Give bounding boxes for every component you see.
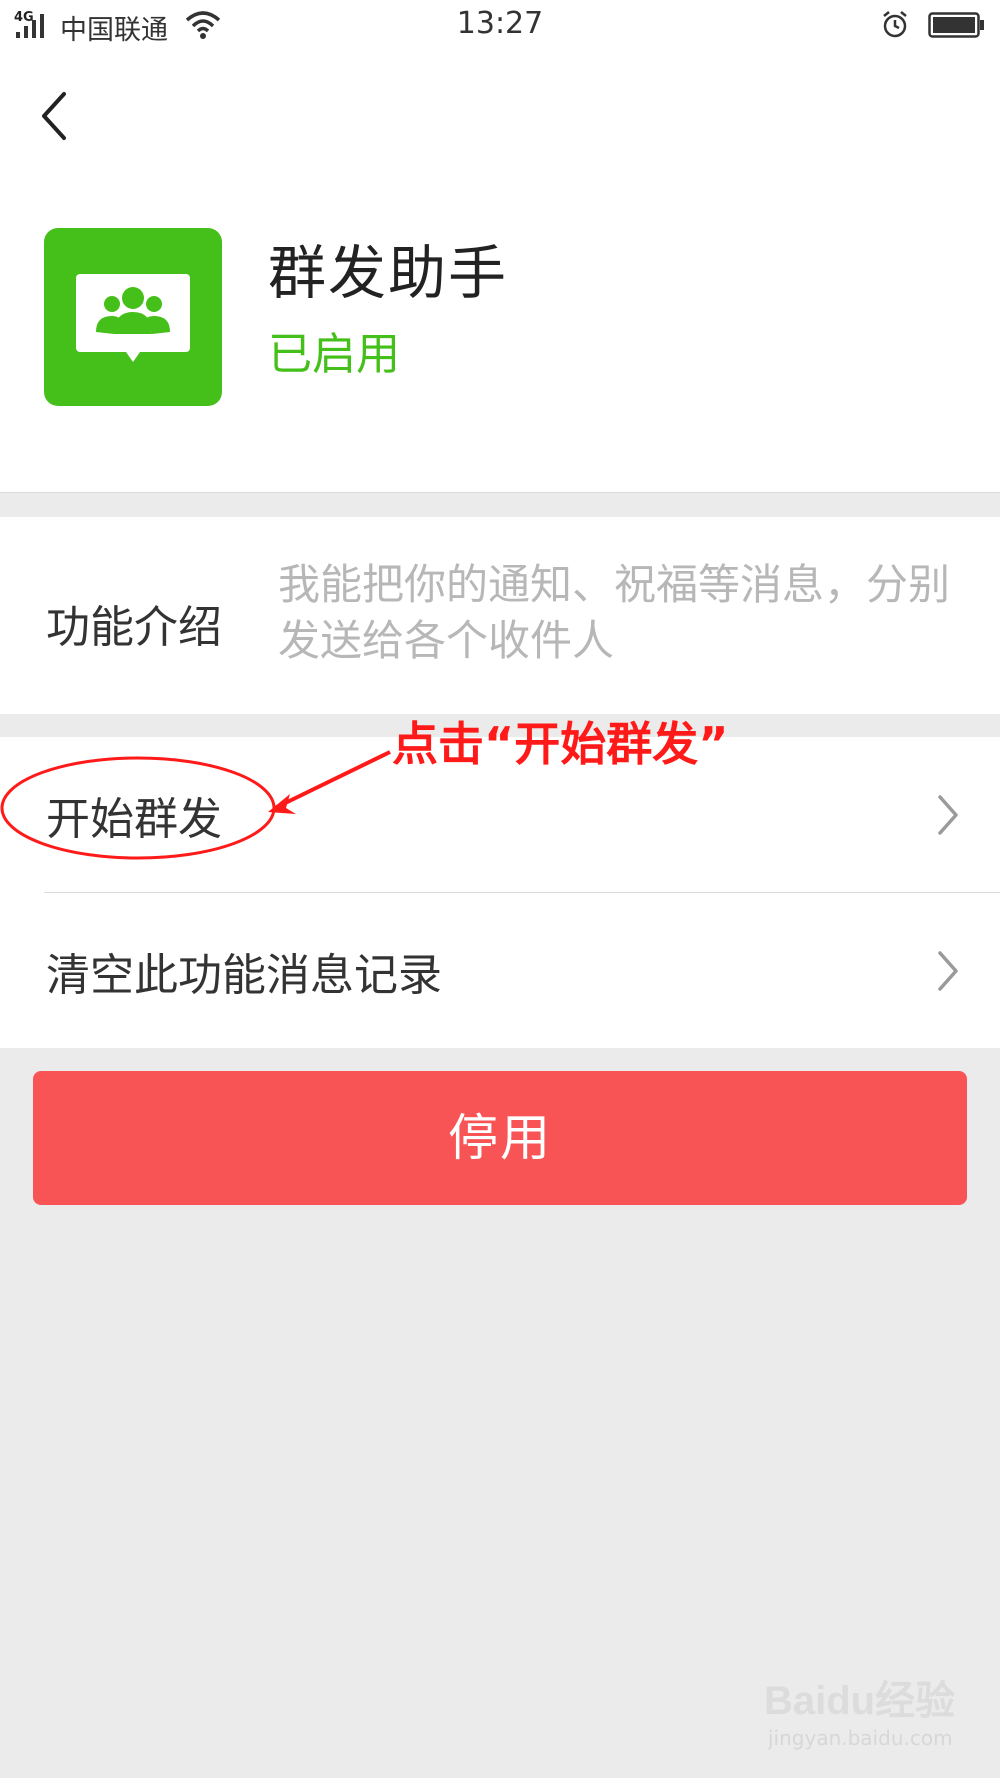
watermark: Baidu经验 jingyan.baidu.com [764,1668,964,1758]
watermark-logo: Baidu经验 [764,1679,956,1723]
page: 4G 中国联通 13:27 群发助手 已启用 功能介绍 我能把你的通知、祝福等消… [0,0,1000,1778]
header-area: 4G 中国联通 13:27 群发助手 已启用 [0,0,1000,493]
status-bar: 4G 中国联通 13:27 [0,0,1000,52]
watermark-url: jingyan.baidu.com [768,1726,953,1750]
app-status: 已启用 [268,329,400,380]
disable-button[interactable]: 停用 [33,1071,967,1205]
header-divider [0,492,1000,493]
alarm-icon [883,11,907,38]
annotation-text: 点击“开始群发” [392,717,729,771]
app-icon [44,228,222,406]
back-arrow-icon[interactable] [36,88,76,144]
annotation-arrow [0,750,391,860]
intro-section: 功能介绍 我能把你的通知、祝福等消息，分别发送给各个收件人 [0,517,1000,714]
menu-item-clear-history[interactable]: 清空此功能消息记录 [0,893,1000,1048]
battery-icon [928,12,984,38]
intro-label: 功能介绍 [46,602,222,653]
app-title: 群发助手 [268,239,509,307]
group-chat-icon [76,274,190,362]
chevron-right-icon [938,794,958,835]
clock: 13:27 [456,6,544,41]
chevron-right-icon [938,950,958,991]
intro-description: 我能把你的通知、祝福等消息，分别发送给各个收件人 [278,560,951,665]
menu-item-label: 清空此功能消息记录 [46,949,442,1001]
